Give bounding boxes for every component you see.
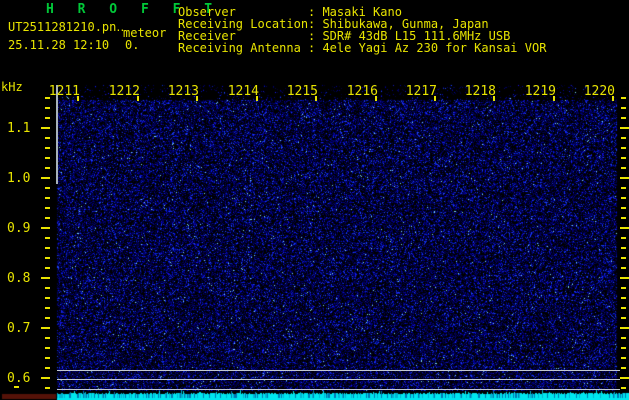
freq-minor-tick-right xyxy=(621,117,626,119)
time-tick-label-1216: 1216 xyxy=(346,84,378,99)
freq-major-tick-right xyxy=(620,377,629,379)
freq-minor-tick-left xyxy=(45,347,50,349)
freq-major-tick-left xyxy=(41,277,50,279)
datetime-label: 25.11.28 12:10 xyxy=(8,38,110,52)
time-tick-label-1211: 1211 xyxy=(48,84,80,99)
freq-minor-tick-left xyxy=(45,247,50,249)
freq-minor-tick-left xyxy=(45,207,50,209)
time-tick-label-1217: 1217 xyxy=(405,84,437,99)
freq-minor-tick-right xyxy=(621,317,626,319)
freq-minor-tick-right xyxy=(621,267,626,269)
y-axis-unit-label: kHz xyxy=(1,80,23,94)
freq-minor-tick-left xyxy=(45,237,50,239)
freq-minor-tick-right xyxy=(621,107,626,109)
freq-minor-tick-left xyxy=(45,167,50,169)
freq-minor-tick-left xyxy=(45,337,50,339)
freq-minor-tick-left xyxy=(45,317,50,319)
freq-minor-tick-left xyxy=(45,287,50,289)
freq-minor-tick-left xyxy=(45,197,50,199)
freq-minor-tick-right xyxy=(621,157,626,159)
freq-minor-tick-right xyxy=(621,97,626,99)
freq-minor-tick-right xyxy=(621,217,626,219)
freq-minor-tick-left xyxy=(45,297,50,299)
time-tick-1215 xyxy=(315,96,317,101)
time-tick-1220 xyxy=(612,96,614,101)
freq-minor-tick-left xyxy=(45,367,50,369)
freq-tick-label-0.9: 0.9 xyxy=(7,221,31,236)
freq-minor-tick-left xyxy=(45,357,50,359)
freq-minor-tick-left xyxy=(45,117,50,119)
freq-minor-tick-left xyxy=(45,217,50,219)
time-tick-1216 xyxy=(375,96,377,101)
freq-minor-tick-left xyxy=(45,107,50,109)
time-tick-label-1215: 1215 xyxy=(286,84,318,99)
freq-major-tick-right xyxy=(620,127,629,129)
freq-minor-tick-left xyxy=(45,257,50,259)
freq-minor-tick-right xyxy=(621,167,626,169)
freq-minor-tick-right xyxy=(621,357,626,359)
plot-left-axis-line xyxy=(56,85,58,184)
freq-tick-label-0.8: 0.8 xyxy=(7,271,31,286)
freq-minor-tick-right xyxy=(621,197,626,199)
freq-minor-tick-right xyxy=(621,247,626,249)
time-tick-label-1214: 1214 xyxy=(227,84,259,99)
time-tick-1218 xyxy=(493,96,495,101)
freq-minor-tick-right xyxy=(621,137,626,139)
reference-line-0 xyxy=(57,370,620,371)
time-tick-1217 xyxy=(434,96,436,101)
freq-minor-tick-right xyxy=(621,337,626,339)
time-tick-label-1220: 1220 xyxy=(583,84,615,99)
freq-minor-tick-right xyxy=(621,307,626,309)
time-tick-1214 xyxy=(256,96,258,101)
freq-minor-tick-left xyxy=(45,307,50,309)
time-tick-1219 xyxy=(553,96,555,101)
freq-minor-tick-left xyxy=(45,147,50,149)
freq-major-tick-right xyxy=(620,277,629,279)
freq-minor-tick-left xyxy=(45,267,50,269)
freq-minor-tick-left xyxy=(45,157,50,159)
spectrogram-canvas xyxy=(0,0,629,400)
freq-minor-tick-left xyxy=(45,187,50,189)
time-tick-1213 xyxy=(196,96,198,101)
time-tick-1211 xyxy=(77,96,79,101)
echo-count: 0. xyxy=(125,38,140,52)
time-tick-1212 xyxy=(137,96,139,101)
file-name: UT2511281210.pn‥ xyxy=(8,20,125,34)
freq-minor-tick-left xyxy=(45,97,50,99)
freq-minor-tick-right xyxy=(621,207,626,209)
freq-minor-tick-right xyxy=(621,287,626,289)
freq-tick-label-0.7: 0.7 xyxy=(7,321,31,336)
freq-minor-tick-right xyxy=(621,147,626,149)
freq-minor-tick-right xyxy=(621,347,626,349)
freq-major-tick-left xyxy=(41,377,50,379)
freq-minor-tick-right xyxy=(621,367,626,369)
time-tick-label-1212: 1212 xyxy=(108,84,140,99)
freq-major-tick-right xyxy=(620,177,629,179)
freq-tick-label-1.1: 1.1 xyxy=(7,121,31,136)
freq-minor-tick-left xyxy=(45,387,50,389)
freq-tick-label-1.0: 1.0 xyxy=(7,171,31,186)
reference-line-1 xyxy=(57,379,620,380)
freq-minor-tick-left xyxy=(45,137,50,139)
freq-major-tick-right xyxy=(620,327,629,329)
hrofft-output: H R O F F T UT2511281210.pn‥ meteor 25.1… xyxy=(0,0,629,400)
freq-minor-tick-right xyxy=(621,387,626,389)
freq-minor-tick-right xyxy=(621,297,626,299)
reference-line-2 xyxy=(57,389,620,390)
bottom-marker-tick xyxy=(14,386,19,388)
time-tick-label-1219: 1219 xyxy=(524,84,556,99)
info-value-3: : 4ele Yagi Az 230 for Kansai VOR xyxy=(308,41,547,55)
freq-minor-tick-right xyxy=(621,237,626,239)
freq-major-tick-left xyxy=(41,177,50,179)
freq-major-tick-right xyxy=(620,227,629,229)
freq-major-tick-left xyxy=(41,227,50,229)
freq-minor-tick-right xyxy=(621,257,626,259)
time-tick-label-1213: 1213 xyxy=(167,84,199,99)
info-label-3: Receiving Antenna xyxy=(178,41,301,55)
freq-tick-label-0.6: 0.6 xyxy=(7,371,31,386)
time-tick-label-1218: 1218 xyxy=(464,84,496,99)
freq-minor-tick-right xyxy=(621,187,626,189)
freq-major-tick-left xyxy=(41,327,50,329)
freq-major-tick-left xyxy=(41,127,50,129)
